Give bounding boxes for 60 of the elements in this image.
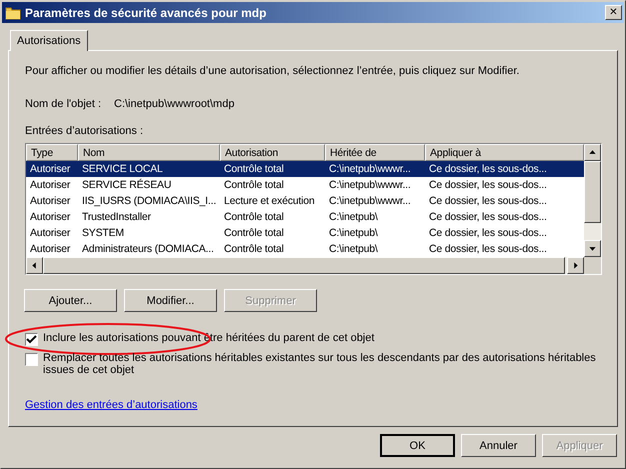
- table-cell-text: Autoriser: [29, 242, 72, 256]
- tab[interactable]: Autorisations: [10, 30, 88, 51]
- table-cell-text: Ce dossier, les sous-dos...: [428, 162, 548, 176]
- table-cell-text: C:\inetpub\wwwr...: [328, 178, 412, 192]
- table-cell-text: C:\inetpub\wwwr...: [328, 194, 412, 208]
- object-name-label: Nom de l'objet :: [25, 98, 102, 110]
- column-header[interactable]: Héritée de: [325, 144, 425, 161]
- table-row[interactable]: Autoriser TrustedInstaller Contrôle total C:\inetpub\ Ce dossier, les sous-dos...: [26, 209, 584, 225]
- object-name-value: C:\inetpub\wwwroot\mdp: [114, 98, 234, 110]
- table-cell-text: Contrôle total: [223, 210, 285, 224]
- folder-icon: [5, 4, 21, 20]
- checkbox-label: Remplacer toutes les autorisations héritables existantes sur tous les descendants par des autorisations héritables issues de cet objet: [43, 352, 597, 376]
- vertical-scrollbar[interactable]: [584, 144, 601, 257]
- column-header[interactable]: Autorisation: [220, 144, 325, 161]
- link[interactable]: Gestion des entrées d’autorisations: [25, 399, 198, 411]
- table-cell-text: Autoriser: [29, 210, 72, 224]
- table-row[interactable]: Autoriser SERVICE LOCAL Contrôle total C:\inetpub\wwwr... Ce dossier, les sous-dos...: [26, 161, 584, 177]
- table-row[interactable]: Autoriser IIS_IUSRS (DOMIACA\IIS_I... Lecture et exécution C:\inetpub\wwwr... Ce dossier, les sous-dos...: [26, 193, 584, 209]
- table-row[interactable]: Autoriser SYSTEM Contrôle total C:\inetpub\ Ce dossier, les sous-dos...: [26, 225, 584, 241]
- table-cell-text: Ce dossier, les sous-dos...: [428, 178, 548, 192]
- table-cell-text: Autoriser: [29, 178, 72, 192]
- table-cell-text: Administrateurs (DOMIACA...: [81, 242, 215, 256]
- column-header[interactable]: Nom: [78, 144, 220, 161]
- table-cell-text: Ce dossier, les sous-dos...: [428, 210, 548, 224]
- table-cell-text: SERVICE LOCAL: [81, 162, 164, 176]
- table-cell-text: SERVICE RÉSEAU: [81, 178, 172, 192]
- button[interactable]: Annuler: [461, 434, 536, 457]
- table-cell-text: IIS_IUSRS (DOMIACA\IIS_I...: [81, 194, 218, 208]
- table-cell-text: Lecture et exécution: [223, 194, 316, 208]
- table-row[interactable]: Autoriser Administrateurs (DOMIACA... Contrôle total C:\inetpub\ Ce dossier, les sous-dos...: [26, 241, 584, 257]
- window-title: Paramètres de sécurité avancés pour mdp: [25, 6, 268, 20]
- table-cell-text: SYSTEM: [81, 226, 125, 240]
- table-cell-text: C:\inetpub\: [328, 226, 379, 240]
- table-cell-text: Autoriser: [29, 194, 72, 208]
- column-header[interactable]: Appliquer à: [425, 144, 584, 161]
- table-cell-text: Autoriser: [29, 162, 72, 176]
- table-cell-text: Autoriser: [29, 226, 72, 240]
- table-cell-text: Contrôle total: [223, 178, 285, 192]
- button[interactable]: Ajouter...: [24, 289, 117, 312]
- table-cell-text: Contrôle total: [223, 242, 285, 256]
- button[interactable]: Modifier...: [124, 289, 217, 312]
- scrollbar-corner: [584, 257, 601, 274]
- table-cell-text: C:\inetpub\: [328, 242, 379, 256]
- table-cell-text: Ce dossier, les sous-dos...: [428, 242, 548, 256]
- table-cell-text: C:\inetpub\wwwr...: [328, 162, 412, 176]
- instruction-text: Pour afficher ou modifier les détails d’une autorisation, sélectionnez l’entrée, puis cliquez sur Modifier.: [25, 65, 520, 77]
- checkbox[interactable]: [25, 333, 38, 346]
- table-cell-text: Ce dossier, les sous-dos...: [428, 226, 548, 240]
- scroll-thumb[interactable]: [584, 161, 601, 223]
- table-cell-text: C:\inetpub\: [328, 210, 379, 224]
- button[interactable]: OK: [380, 434, 455, 457]
- table-row[interactable]: Autoriser SERVICE RÉSEAU Contrôle total C:\inetpub\wwwr... Ce dossier, les sous-dos...: [26, 177, 584, 193]
- column-header[interactable]: Type: [26, 144, 78, 161]
- close-button[interactable]: ✕: [605, 5, 622, 20]
- table-cell-text: TrustedInstaller: [81, 210, 152, 224]
- table-cell-text: Ce dossier, les sous-dos...: [428, 194, 548, 208]
- table-cell-text: Contrôle total: [223, 226, 285, 240]
- entries-label: Entrées d’autorisations :: [25, 125, 144, 137]
- table-cell-text: Contrôle total: [223, 162, 285, 176]
- checkbox[interactable]: [25, 353, 38, 366]
